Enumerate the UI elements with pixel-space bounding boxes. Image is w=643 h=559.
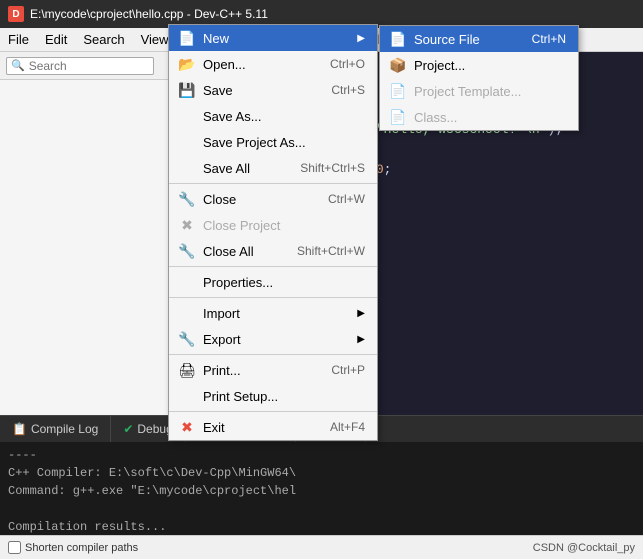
menu-import[interactable]: Import ▶ [169,300,377,326]
submenu-sourcefile[interactable]: 📄 Source File Ctrl+N [380,26,578,52]
log-line-3: Command: g++.exe "E:\mycode\cproject\hel [8,482,635,500]
log-line-1: ---- [8,446,635,464]
menu-closeproject: ✖ Close Project [169,212,377,238]
sourcefile-label: Source File [414,32,480,47]
saveproject-label: Save Project As... [203,135,306,150]
compilelog-label: Compile Log [31,422,98,436]
app-icon: D [8,6,24,22]
menu-edit[interactable]: Edit [37,28,75,51]
menu-file[interactable]: File [0,28,37,51]
close-shortcut: Ctrl+W [328,192,365,206]
menu-saveproject[interactable]: Save Project As... [169,129,377,155]
print-shortcut: Ctrl+P [331,363,365,377]
menu-export[interactable]: 🔧 Export ▶ [169,326,377,352]
menu-search[interactable]: Search [75,28,132,51]
export-label: Export [203,332,241,347]
submenu-class: 📄 Class... [380,104,578,130]
exit-label: Exit [203,420,225,435]
saveall-icon [177,158,197,178]
import-icon [177,303,197,323]
save-label: Save [203,83,233,98]
export-icon: 🔧 [177,329,197,349]
saveas-icon [177,106,197,126]
open-icon: 📂 [177,54,197,74]
bottom-content: ---- C++ Compiler: E:\soft\c\Dev-Cpp\Min… [0,442,643,535]
menu-properties[interactable]: Properties... [169,269,377,295]
saveas-label: Save As... [203,109,262,124]
export-arrow: ▶ [357,334,365,345]
menu-printsetup[interactable]: Print Setup... [169,383,377,409]
exit-shortcut: Alt+F4 [330,420,365,434]
menu-exit[interactable]: ✖ Exit Alt+F4 [169,414,377,440]
print-icon: 🖨 [177,360,197,380]
save-shortcut: Ctrl+S [331,83,365,97]
template-label: Project Template... [414,84,521,99]
project-label: Project... [414,58,465,73]
menu-saveall[interactable]: Save All Shift+Ctrl+S [169,155,377,181]
menu-close[interactable]: 🔧 Close Ctrl+W [169,186,377,212]
import-label: Import [203,306,240,321]
template-icon: 📄 [388,81,408,101]
sep5 [169,411,377,412]
sourcefile-shortcut: Ctrl+N [532,32,566,46]
compilelog-icon: 📋 [12,422,27,436]
menu-new[interactable]: 📄 New ▶ [169,25,377,51]
search-input[interactable] [29,59,149,73]
sep4 [169,354,377,355]
closeall-label: Close All [203,244,254,259]
import-arrow: ▶ [357,308,365,319]
printsetup-icon [177,386,197,406]
sourcefile-icon: 📄 [388,29,408,49]
new-arrow: ▶ [357,33,365,44]
menu-save[interactable]: 💾 Save Ctrl+S [169,77,377,103]
status-bar: Shorten compiler paths CSDN @Cocktail_py [0,535,643,559]
close-label: Close [203,192,236,207]
printsetup-label: Print Setup... [203,389,278,404]
saveall-label: Save All [203,161,250,176]
search-wrapper: 🔍 [6,57,154,75]
class-label: Class... [414,110,457,125]
open-label: Open... [203,57,246,72]
new-submenu: 📄 Source File Ctrl+N 📦 Project... 📄 Proj… [379,25,579,131]
new-icon: 📄 [177,28,197,48]
shorten-paths-input[interactable] [8,541,21,554]
search-icon: 🔍 [11,59,25,72]
closeall-shortcut: Shift+Ctrl+W [297,244,365,258]
shorten-paths-label: Shorten compiler paths [25,542,138,554]
class-icon: 📄 [388,107,408,127]
tab-compilelog[interactable]: 📋 Compile Log [0,416,111,442]
print-label: Print... [203,363,241,378]
sep1 [169,183,377,184]
status-credit: CSDN @Cocktail_py [533,542,635,554]
menu-saveas[interactable]: Save As... [169,103,377,129]
open-shortcut: Ctrl+O [330,57,365,71]
shorten-paths-checkbox[interactable]: Shorten compiler paths [8,541,138,554]
project-dropdown: 📄 New ▶ 📂 Open... Ctrl+O 💾 Save Ctrl+S S… [168,24,378,441]
submenu-template: 📄 Project Template... [380,78,578,104]
new-label: New [203,31,229,46]
menu-closeall[interactable]: 🔧 Close All Shift+Ctrl+W [169,238,377,264]
closeproject-label: Close Project [203,218,280,233]
log-line-4 [8,500,635,518]
saveproject-icon [177,132,197,152]
sep3 [169,297,377,298]
debug-icon: ✔ [123,422,133,436]
menu-print[interactable]: 🖨 Print... Ctrl+P [169,357,377,383]
menu-open[interactable]: 📂 Open... Ctrl+O [169,51,377,77]
close-icon: 🔧 [177,189,197,209]
properties-label: Properties... [203,275,273,290]
sep2 [169,266,377,267]
log-line-5: Compilation results... [8,518,635,535]
log-line-2: C++ Compiler: E:\soft\c\Dev-Cpp\MinGW64\ [8,464,635,482]
save-icon: 💾 [177,80,197,100]
closeproject-icon: ✖ [177,215,197,235]
properties-icon [177,272,197,292]
submenu-project[interactable]: 📦 Project... [380,52,578,78]
closeall-icon: 🔧 [177,241,197,261]
exit-icon: ✖ [177,417,197,437]
project-icon: 📦 [388,55,408,75]
saveall-shortcut: Shift+Ctrl+S [300,161,365,175]
title-text: E:\mycode\cproject\hello.cpp - Dev-C++ 5… [30,7,268,21]
